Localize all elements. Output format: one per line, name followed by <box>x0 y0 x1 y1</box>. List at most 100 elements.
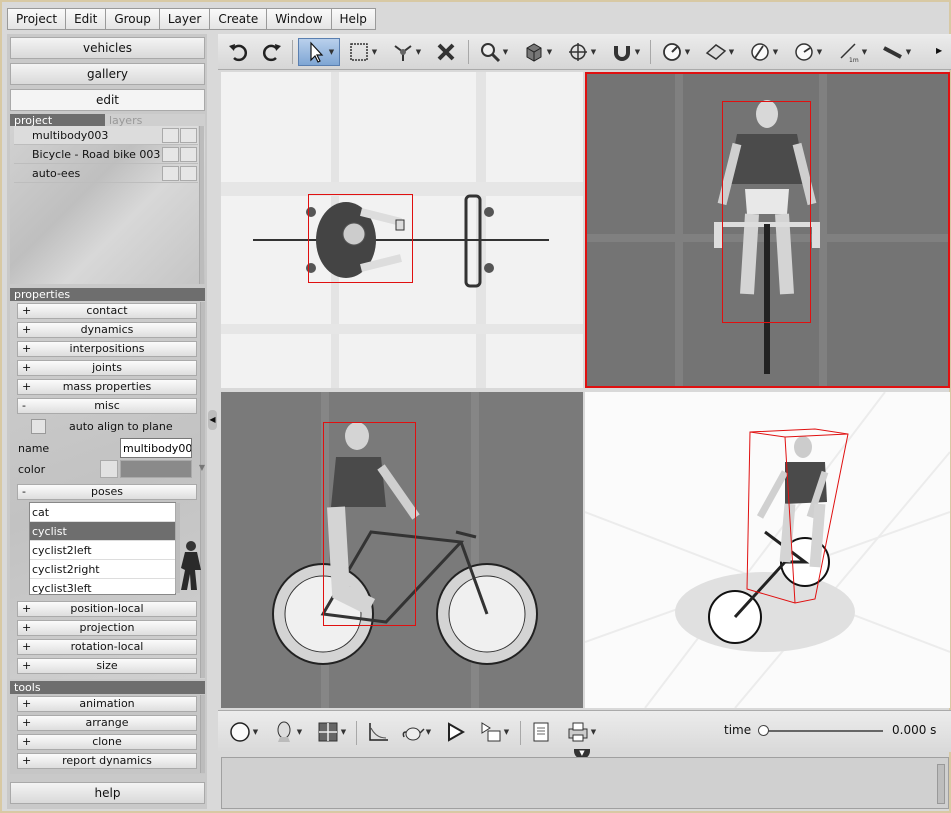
prop-mass-properties[interactable]: + mass properties <box>17 379 197 395</box>
chevron-down-icon: ▼ <box>328 48 335 56</box>
cube-view-button[interactable]: ▼ <box>518 38 556 66</box>
prop-dynamics[interactable]: + dynamics <box>17 322 197 338</box>
console-scrollbar[interactable] <box>937 764 945 804</box>
menu-create[interactable]: Create <box>209 8 268 30</box>
teapot-icon <box>402 727 425 741</box>
time-label: time <box>724 723 752 737</box>
render-button[interactable]: ▼ <box>474 718 514 746</box>
tool-report-dynamics[interactable]: + report dynamics <box>17 753 197 769</box>
time-value: 0.000 s <box>892 723 937 737</box>
chevron-down-icon: ▼ <box>425 728 432 736</box>
color-swatch[interactable] <box>100 460 118 478</box>
prop-misc[interactable]: - misc <box>17 398 197 414</box>
prop-joints[interactable]: + joints <box>17 360 197 376</box>
pose-item-selected[interactable]: cyclist <box>30 522 175 541</box>
undo-button[interactable] <box>222 38 254 66</box>
ruler-button[interactable]: 1m ▼ <box>832 38 872 66</box>
move-button[interactable]: ▼ <box>562 38 600 66</box>
menu-window[interactable]: Window <box>266 8 332 30</box>
zoom-button[interactable]: ▼ <box>474 38 512 66</box>
menu-layer[interactable]: Layer <box>158 8 211 30</box>
undo-icon <box>229 44 248 62</box>
document-button[interactable] <box>526 718 556 746</box>
measure-tape-icon <box>882 46 902 59</box>
menu-group[interactable]: Group <box>105 8 160 30</box>
viewport-top[interactable] <box>221 72 583 388</box>
layout-button[interactable]: ▼ <box>312 718 350 746</box>
play-icon <box>448 722 466 742</box>
delete-button[interactable] <box>430 38 462 66</box>
pose-item[interactable]: cyclist3left <box>30 579 175 594</box>
visibility-toggle[interactable] <box>162 147 179 162</box>
teapot-button[interactable]: ▼ <box>396 718 436 746</box>
tool-arrange[interactable]: + arrange <box>17 715 197 731</box>
name-field[interactable] <box>120 438 192 458</box>
toolbar-overflow-icon[interactable]: ▶ <box>936 46 942 55</box>
vehicles-button[interactable]: vehicles <box>10 37 205 59</box>
print-button[interactable]: ▼ <box>560 718 602 746</box>
tools-header: tools <box>10 681 205 694</box>
pose-item[interactable]: cyclist2right <box>30 560 175 579</box>
magnet-button[interactable]: ▼ <box>606 38 644 66</box>
prop-projection[interactable]: + projection <box>17 620 197 636</box>
measure-tape-button[interactable]: ▼ <box>876 38 916 66</box>
properties-header: properties <box>10 288 205 301</box>
angle2-button[interactable]: ▼ <box>788 38 826 66</box>
gallery-button[interactable]: gallery <box>10 63 205 85</box>
lock-toggle[interactable] <box>180 128 197 143</box>
pose-item[interactable]: cyclist2left <box>30 541 175 560</box>
viewport-perspective[interactable] <box>585 392 950 708</box>
document-icon <box>533 722 549 742</box>
properties-scrollbar[interactable] <box>200 302 205 678</box>
joint-tool-button[interactable]: ▼ <box>388 38 424 66</box>
chevron-down-icon: ▼ <box>296 728 303 736</box>
menu-help[interactable]: Help <box>330 8 376 30</box>
prop-contact[interactable]: + contact <box>17 303 197 319</box>
angle-button[interactable]: ▼ <box>744 38 782 66</box>
tools-scrollbar[interactable] <box>200 695 205 773</box>
prop-interpositions[interactable]: + interpositions <box>17 341 197 357</box>
collapse-panel-icon[interactable]: ◀ <box>208 410 217 430</box>
time-slider[interactable] <box>759 730 883 732</box>
project-item-label: multibody003 <box>32 129 109 142</box>
selection-box <box>722 101 811 323</box>
tool-clone[interactable]: + clone <box>17 734 197 750</box>
menu-edit[interactable]: Edit <box>65 8 107 30</box>
prop-position-local[interactable]: + position-local <box>17 601 197 617</box>
gauge-icon <box>662 43 681 61</box>
shading-button[interactable]: ▼ <box>224 718 262 746</box>
select-tool-button[interactable]: ▼ <box>298 38 340 66</box>
redo-button[interactable] <box>256 38 288 66</box>
auto-align-checkbox[interactable] <box>31 419 46 434</box>
figure-button[interactable]: ▼ <box>268 718 306 746</box>
viewport-side[interactable] <box>221 392 583 708</box>
visibility-toggle[interactable] <box>162 128 179 143</box>
prop-size[interactable]: + size <box>17 658 197 674</box>
menu-project[interactable]: Project <box>7 8 67 30</box>
lock-toggle[interactable] <box>180 147 197 162</box>
graph-button[interactable] <box>362 718 394 746</box>
prop-poses[interactable]: - poses <box>17 484 197 500</box>
tool-animation[interactable]: + animation <box>17 696 197 712</box>
pose-item[interactable]: cat <box>30 503 175 522</box>
viewport-front[interactable] <box>585 72 950 388</box>
edit-button[interactable]: edit <box>10 89 205 111</box>
project-item[interactable]: Bicycle - Road bike 003 <box>14 145 198 164</box>
print-icon <box>568 722 588 742</box>
chevron-down-icon: ▼ <box>546 48 553 56</box>
visibility-toggle[interactable] <box>162 166 179 181</box>
lock-toggle[interactable] <box>180 166 197 181</box>
project-item-label: auto-ees <box>32 167 81 180</box>
help-button[interactable]: help <box>10 782 205 804</box>
box-select-button[interactable]: ▼ <box>344 38 380 66</box>
gauge-button[interactable]: ▼ <box>656 38 694 66</box>
color-dropdown[interactable]: ▼ <box>120 460 205 478</box>
time-slider-handle[interactable] <box>758 725 769 736</box>
play-button[interactable] <box>440 718 470 746</box>
prop-rotation-local[interactable]: + rotation-local <box>17 639 197 655</box>
plane-button[interactable]: ▼ <box>700 38 738 66</box>
project-scrollbar[interactable] <box>199 126 204 284</box>
project-item[interactable]: auto-ees <box>14 164 198 183</box>
project-item[interactable]: multibody003 <box>14 126 198 145</box>
head-icon <box>277 721 291 742</box>
